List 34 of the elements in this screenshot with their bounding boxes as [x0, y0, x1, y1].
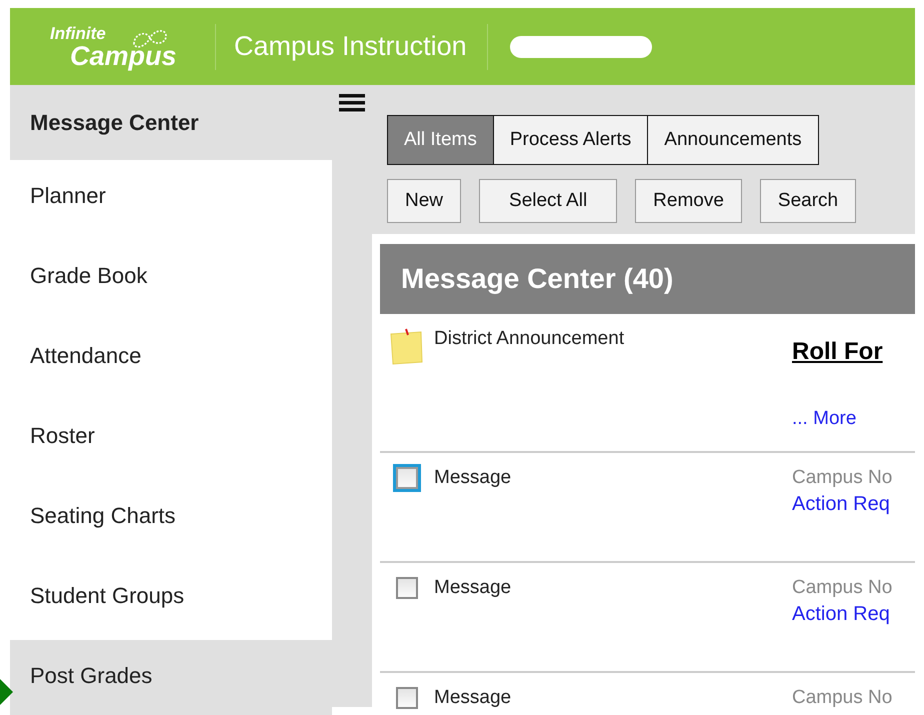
message-sender: Campus No	[792, 576, 892, 599]
panel-title: Message Center (40)	[380, 244, 915, 314]
message-type: District Announcement	[434, 327, 626, 351]
sidebar-item[interactable]: Roster	[10, 400, 332, 480]
logo-text: Infinite	[50, 24, 106, 42]
action-link[interactable]: Action Req	[792, 603, 890, 626]
app-title: Campus Instruction	[234, 31, 467, 62]
sidebar-item[interactable]: Grade Book	[10, 240, 332, 320]
toolbar-button[interactable]: Select All	[479, 179, 618, 223]
more-link[interactable]: ... More	[792, 408, 856, 430]
menu-icon[interactable]	[339, 93, 365, 113]
action-link[interactable]: Action Req	[792, 493, 890, 516]
tab[interactable]: All Items	[388, 116, 493, 164]
message-sender: Campus No	[792, 686, 892, 709]
tab[interactable]: Process Alerts	[492, 116, 648, 164]
sidebar-item[interactable]: Attendance	[10, 320, 332, 400]
toolbar-button[interactable]: Search	[760, 179, 856, 223]
checkbox[interactable]	[396, 577, 418, 599]
message-type: Message	[434, 466, 512, 490]
pointer-icon	[0, 679, 13, 705]
logo-text: Campus	[70, 42, 177, 68]
message-sender: Campus No	[792, 466, 892, 489]
toolbar-button[interactable]: Remove	[635, 179, 742, 223]
announcement-title[interactable]: Roll For	[792, 338, 883, 366]
toolbar-button[interactable]: New	[387, 179, 462, 223]
message-type: Message	[434, 576, 512, 600]
tab[interactable]: Announcements	[647, 116, 818, 164]
checkbox[interactable]	[396, 687, 418, 709]
sidebar-item[interactable]: Seating Charts	[10, 480, 332, 560]
checkbox[interactable]	[393, 464, 421, 492]
message-type: Message	[434, 686, 512, 710]
sidebar-item[interactable]: Planner	[10, 160, 332, 240]
sticky-note-icon	[389, 328, 425, 366]
sidebar-item[interactable]: Student Groups	[10, 560, 332, 640]
